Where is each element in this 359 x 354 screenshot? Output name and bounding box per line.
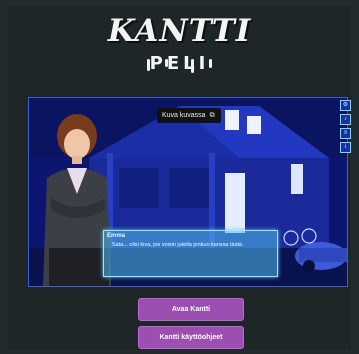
- dialog-speaker: Emma: [107, 233, 126, 239]
- logo: KANTTI PELI: [0, 14, 359, 74]
- sound-icon[interactable]: ♪: [340, 114, 351, 125]
- picture-in-picture-tooltip[interactable]: Kuva kuvassa ⧉: [157, 108, 221, 123]
- text-icon[interactable]: ≡: [340, 128, 351, 139]
- settings-icon[interactable]: ⚙: [340, 100, 351, 111]
- kantti-guide-button[interactable]: Kantti käyttöohjeet: [138, 326, 244, 349]
- logo-drips: [147, 59, 212, 73]
- dialog-box[interactable]: Emma Sata... olisi kiva, jos voisin jute…: [103, 230, 278, 277]
- picture-in-picture-icon: ⧉: [209, 112, 215, 119]
- tooltip-label: Kuva kuvassa: [162, 112, 206, 119]
- open-kantti-button[interactable]: Avaa Kantti: [138, 298, 244, 321]
- dialog-text: Sata... olisi kiva, jos voisin jutella j…: [112, 242, 244, 248]
- logo-title: KANTTI: [107, 13, 252, 49]
- side-toolbar: ⚙ ♪ ≡ i: [340, 100, 351, 156]
- info-icon[interactable]: i: [340, 142, 351, 153]
